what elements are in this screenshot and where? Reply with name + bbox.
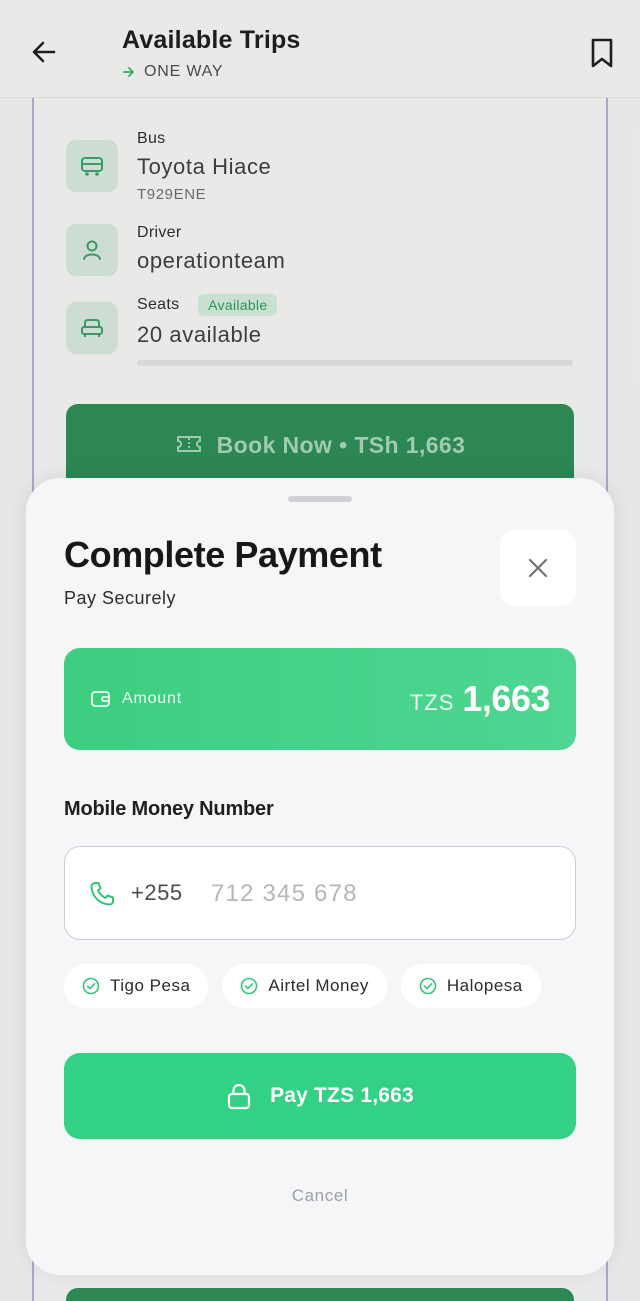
provider-chip-airtel-money[interactable]: Airtel Money <box>222 964 387 1008</box>
cancel-button[interactable]: Cancel <box>26 1186 614 1206</box>
phone-field[interactable]: +255 <box>64 846 576 940</box>
wallet-icon <box>91 691 110 707</box>
amount-value: 1,663 <box>462 678 550 719</box>
phone-icon <box>87 879 117 909</box>
provider-label: Airtel Money <box>268 976 369 995</box>
amount-label-group: Amount <box>90 648 182 750</box>
modal-title: Complete Payment <box>64 534 382 575</box>
provider-label: Halopesa <box>446 976 523 995</box>
close-icon <box>528 558 548 578</box>
provider-label: Tigo Pesa <box>110 976 191 995</box>
provider-chip-halopesa[interactable]: Halopesa <box>400 964 541 1008</box>
check-circle-icon <box>241 977 258 995</box>
lock-icon <box>227 1083 251 1110</box>
check-circle-icon <box>419 977 437 995</box>
amount-display: TZS 1,663 <box>409 648 551 750</box>
pay-button[interactable]: Pay TZS 1,663 <box>64 1053 576 1139</box>
phone-number-input[interactable] <box>211 871 551 917</box>
sheet-grabber[interactable] <box>288 496 352 502</box>
pay-button-label: Pay TZS 1,663 <box>270 1084 414 1107</box>
amount-currency: TZS <box>409 690 455 715</box>
payment-modal: Complete Payment Pay Securely Amount TZS… <box>26 478 614 1275</box>
modal-subtitle: Pay Securely <box>64 588 177 608</box>
check-circle-icon <box>82 977 100 995</box>
close-button[interactable] <box>500 530 576 606</box>
country-code: +255 <box>131 880 183 905</box>
provider-list: Tigo Pesa Airtel Money Halopesa <box>64 964 541 1008</box>
amount-label: Amount <box>122 690 182 707</box>
mobile-money-label: Mobile Money Number <box>64 798 274 820</box>
provider-chip-tigo-pesa[interactable]: Tigo Pesa <box>64 964 209 1008</box>
amount-card: Amount TZS 1,663 <box>64 648 576 750</box>
